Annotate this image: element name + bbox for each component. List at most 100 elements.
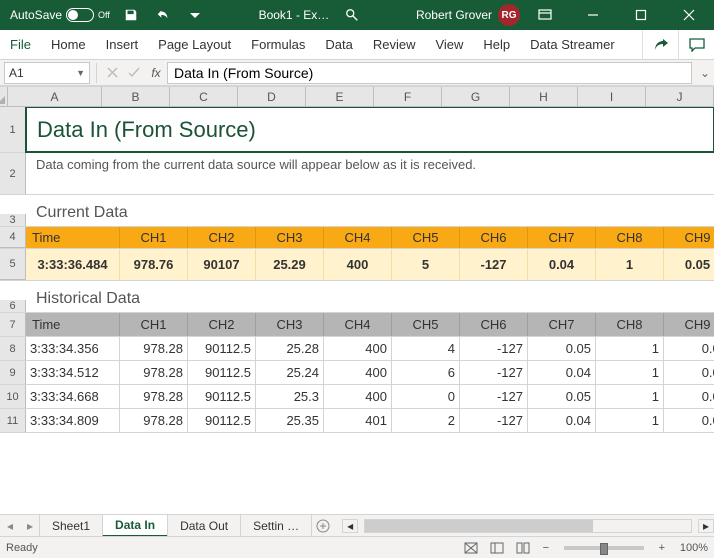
zoom-out-button[interactable]: −	[538, 542, 554, 554]
cell[interactable]: 3:33:34.668	[26, 385, 120, 408]
column-header[interactable]: E	[306, 87, 374, 106]
sheet-tab[interactable]: Settin …	[240, 515, 312, 537]
page-layout-view-button[interactable]	[486, 539, 508, 557]
cell[interactable]: Time	[26, 313, 120, 336]
zoom-in-button[interactable]: +	[654, 542, 670, 554]
ribbon-tab-home[interactable]: Home	[41, 30, 96, 59]
sheet-tab-active[interactable]: Data In	[102, 515, 168, 537]
comments-button[interactable]	[678, 30, 714, 60]
formula-bar-expand[interactable]: ⌄	[696, 66, 714, 80]
cell[interactable]: 5	[392, 249, 460, 280]
insert-function-button[interactable]: fx	[145, 62, 167, 84]
select-all-corner[interactable]	[0, 87, 8, 106]
cell[interactable]: 90112.5	[188, 385, 256, 408]
cell[interactable]: 90107	[188, 249, 256, 280]
cell[interactable]: 400	[324, 249, 392, 280]
cell[interactable]: CH8	[596, 313, 664, 336]
cell[interactable]: 1	[596, 361, 664, 384]
formula-input[interactable]	[167, 62, 692, 84]
toggle-off-icon[interactable]	[66, 8, 94, 22]
cell[interactable]: 400	[324, 337, 392, 360]
cell[interactable]: 0.05	[528, 385, 596, 408]
cell[interactable]: 2	[392, 409, 460, 432]
cell[interactable]: -127	[460, 249, 528, 280]
minimize-button[interactable]	[570, 0, 616, 30]
historical-data-heading[interactable]: Historical Data	[26, 290, 714, 312]
search-button[interactable]	[337, 0, 367, 30]
cell[interactable]: 0.04	[528, 361, 596, 384]
cell[interactable]: 0.05	[664, 409, 714, 432]
cell[interactable]: Time	[26, 227, 120, 248]
ribbon-tab-data[interactable]: Data	[315, 30, 362, 59]
sheet-title-cell[interactable]: Data In (From Source)	[25, 107, 714, 153]
chevron-down-icon[interactable]: ▼	[76, 68, 85, 78]
cell[interactable]: CH6	[460, 227, 528, 248]
cell[interactable]: CH8	[596, 227, 664, 248]
row-header[interactable]: 4	[0, 227, 26, 248]
column-header[interactable]: H	[510, 87, 578, 106]
tab-scroll-right[interactable]: ▸	[20, 515, 40, 537]
column-header[interactable]: C	[170, 87, 238, 106]
row-header[interactable]: 2	[0, 153, 26, 194]
column-header[interactable]: B	[102, 87, 170, 106]
save-button[interactable]	[116, 0, 146, 30]
cell[interactable]: -127	[460, 409, 528, 432]
ribbon-tab-formulas[interactable]: Formulas	[241, 30, 315, 59]
ribbon-tab-help[interactable]: Help	[473, 30, 520, 59]
row-header[interactable]: 11	[0, 409, 26, 432]
cell[interactable]: CH2	[188, 313, 256, 336]
column-header[interactable]: J	[646, 87, 714, 106]
sheet-tab[interactable]: Data Out	[167, 515, 241, 537]
cell[interactable]: 3:33:36.484	[26, 249, 120, 280]
name-box[interactable]: A1 ▼	[4, 62, 90, 84]
cell[interactable]: CH3	[256, 313, 324, 336]
zoom-slider[interactable]	[564, 546, 644, 550]
user-name[interactable]: Robert Grover	[416, 8, 496, 22]
cell[interactable]: CH4	[324, 313, 392, 336]
cell[interactable]: CH3	[256, 227, 324, 248]
ribbon-display-options[interactable]	[522, 0, 568, 30]
cell[interactable]: 978.28	[120, 361, 188, 384]
cell[interactable]: 4	[392, 337, 460, 360]
ribbon-tab-file[interactable]: File	[0, 30, 41, 59]
cell[interactable]: -127	[460, 361, 528, 384]
cell[interactable]: CH6	[460, 313, 528, 336]
column-header[interactable]: I	[578, 87, 646, 106]
ribbon-tab-review[interactable]: Review	[363, 30, 426, 59]
cell[interactable]: 1	[596, 409, 664, 432]
ribbon-tab-datastreamer[interactable]: Data Streamer	[520, 30, 625, 59]
ribbon-tab-view[interactable]: View	[425, 30, 473, 59]
close-button[interactable]	[666, 0, 712, 30]
cell[interactable]: 0.05	[528, 337, 596, 360]
cell[interactable]: CH7	[528, 227, 596, 248]
cell[interactable]: 3:33:34.512	[26, 361, 120, 384]
row-header[interactable]: 8	[0, 337, 26, 360]
cell[interactable]: -127	[460, 385, 528, 408]
autosave-toggle[interactable]: AutoSave Off	[6, 8, 114, 22]
row-header[interactable]: 9	[0, 361, 26, 384]
current-data-heading[interactable]: Current Data	[26, 204, 714, 226]
row-header[interactable]: 1	[0, 107, 26, 152]
cell[interactable]: 0.04	[528, 409, 596, 432]
cell[interactable]: 978.28	[120, 409, 188, 432]
cell[interactable]: 25.3	[256, 385, 324, 408]
cell[interactable]: CH1	[120, 313, 188, 336]
cell[interactable]: 1	[596, 337, 664, 360]
cell[interactable]: 978.28	[120, 337, 188, 360]
hscroll-left[interactable]: ◂	[342, 519, 358, 533]
cell[interactable]: 90112.5	[188, 361, 256, 384]
cell[interactable]: 6	[392, 361, 460, 384]
qat-customize-button[interactable]	[180, 0, 210, 30]
cell[interactable]: 25.28	[256, 337, 324, 360]
column-header[interactable]: D	[238, 87, 306, 106]
cell[interactable]: 25.24	[256, 361, 324, 384]
cell[interactable]: 0.05	[664, 361, 714, 384]
cell[interactable]: 0.04	[528, 249, 596, 280]
cell[interactable]: 978.76	[120, 249, 188, 280]
cell[interactable]: 0.05	[664, 249, 714, 280]
cell[interactable]: 401	[324, 409, 392, 432]
row-header[interactable]: 3	[0, 214, 26, 226]
cell[interactable]: CH1	[120, 227, 188, 248]
cell[interactable]: 3:33:34.356	[26, 337, 120, 360]
cell[interactable]: CH9	[664, 313, 714, 336]
